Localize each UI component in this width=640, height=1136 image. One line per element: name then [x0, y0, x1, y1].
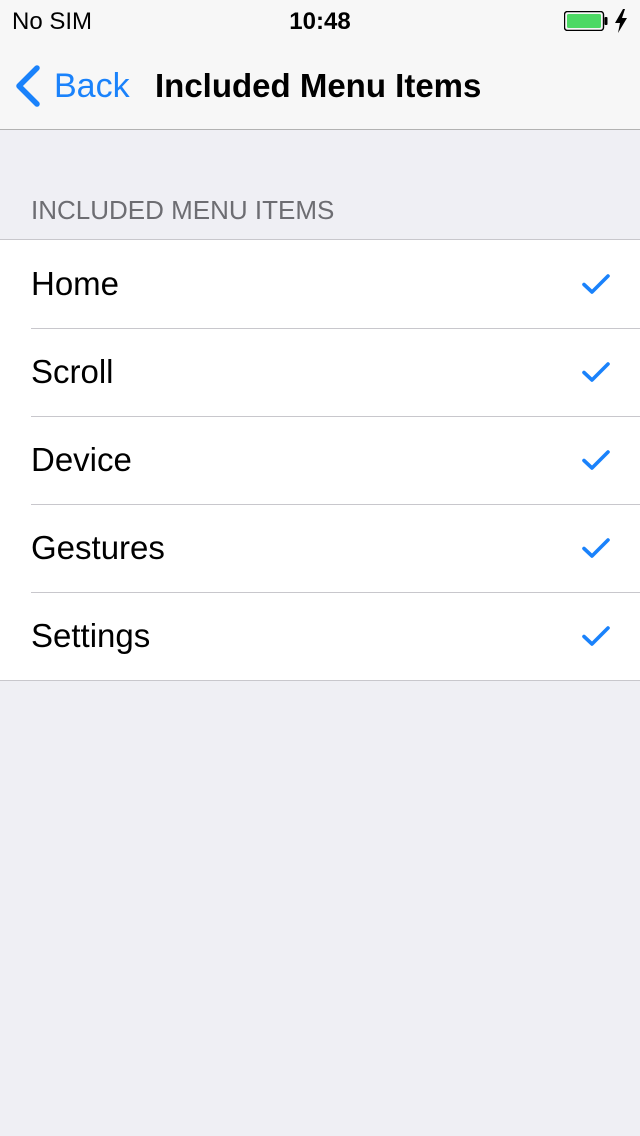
charging-bolt-icon: [615, 9, 627, 33]
list-item-home[interactable]: Home: [0, 240, 640, 328]
back-label: Back: [54, 67, 130, 105]
page-title: Included Menu Items: [155, 67, 482, 104]
checkmark-icon: [582, 626, 610, 646]
checkmark-icon: [582, 450, 610, 470]
checkmark-icon: [582, 274, 610, 294]
section-header: INCLUDED MENU ITEMS: [31, 195, 335, 225]
list-item-label: Scroll: [31, 353, 114, 390]
list-item-device[interactable]: Device: [0, 416, 640, 504]
checkmark-icon: [582, 538, 610, 558]
navigation-bar: Back Included Menu Items: [0, 40, 640, 130]
status-time: 10:48: [289, 8, 351, 35]
list-item-gestures[interactable]: Gestures: [0, 504, 640, 592]
status-bar: No SIM 10:48: [0, 0, 640, 40]
back-button[interactable]: Back: [14, 64, 130, 108]
list-item-label: Device: [31, 441, 132, 478]
battery-icon: [564, 11, 608, 31]
list-item-scroll[interactable]: Scroll: [0, 328, 640, 416]
list-item-label: Settings: [31, 617, 151, 654]
menu-items-list: Home Scroll Device Gestures Settings: [0, 239, 640, 681]
checkmark-icon: [582, 362, 610, 382]
list-item-label: Home: [31, 265, 120, 302]
list-item-settings[interactable]: Settings: [0, 592, 640, 680]
chevron-left-icon: [16, 65, 40, 107]
list-item-label: Gestures: [31, 529, 165, 566]
